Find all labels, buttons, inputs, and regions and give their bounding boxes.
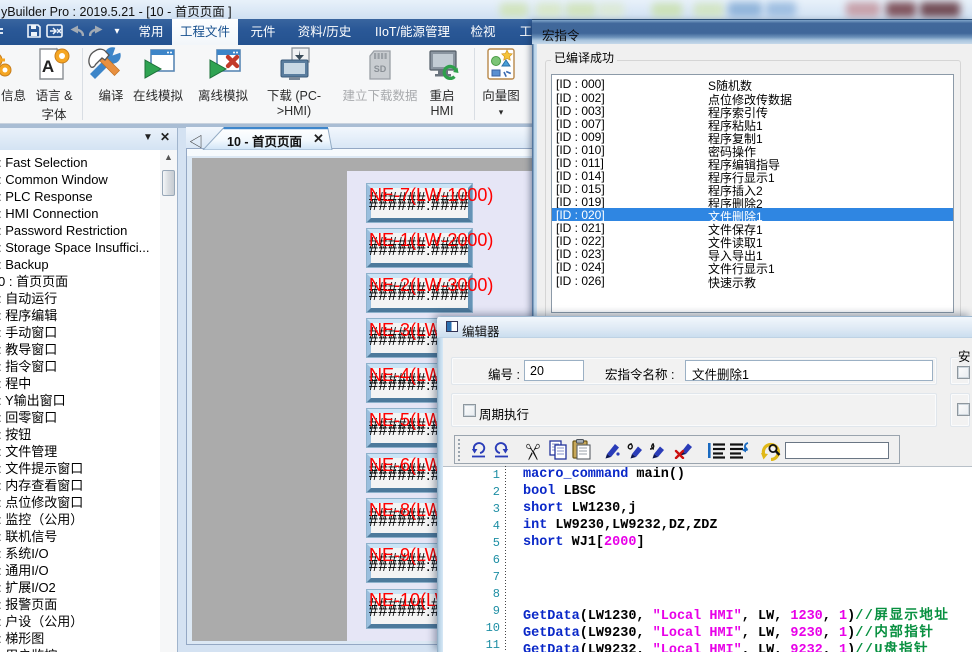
svg-text:SD: SD [374,64,387,74]
svg-text:A: A [42,57,54,76]
